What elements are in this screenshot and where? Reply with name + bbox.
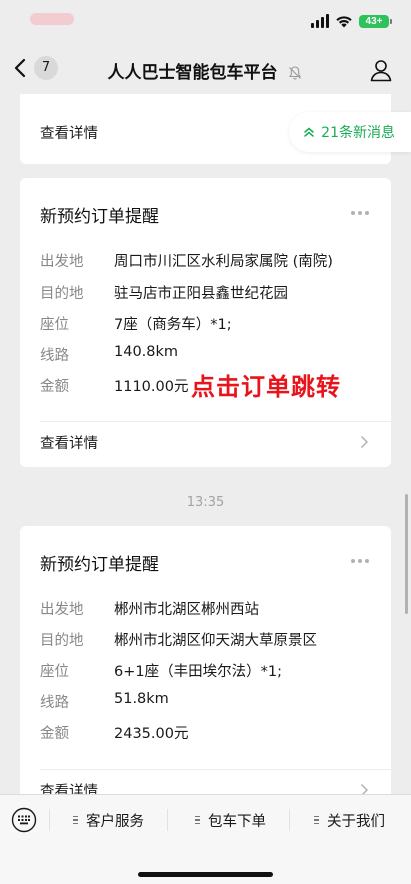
view-details-link[interactable]: 查看详情 — [40, 122, 98, 143]
home-indicator[interactable] — [138, 872, 273, 877]
menu-item-label: 客户服务 — [86, 813, 144, 830]
order-card[interactable]: 新预约订单提醒 出发地 周口市川汇区水利局家属院 (南院) 目的地 驻马店市正阳… — [20, 178, 391, 467]
field-label: 座位 — [40, 664, 69, 680]
card-divider — [40, 769, 391, 770]
menu-separator — [289, 809, 290, 831]
order-card[interactable]: 新预约订单提醒 出发地 郴州市北湖区郴州西站 目的地 郴州市北湖区仰天湖大草原景… — [20, 526, 391, 794]
field-value: 周口市川汇区水利局家属院 (南院) — [114, 254, 333, 270]
field-row-origin: 出发地 周口市川汇区水利局家属院 (南院) — [40, 250, 333, 271]
field-value: 驻马店市正阳县鑫世纪花园 — [114, 286, 288, 302]
person-icon[interactable] — [369, 58, 393, 82]
field-row-amount: 金额 1110.00元 — [40, 375, 188, 396]
double-chevron-up-icon — [304, 127, 314, 137]
field-row-origin: 出发地 郴州市北湖区郴州西站 — [40, 598, 259, 619]
more-options-icon[interactable] — [351, 559, 369, 563]
field-row-seats: 座位 6+1座（丰田埃尔法）*1; — [40, 660, 282, 681]
card-title: 新预约订单提醒 — [40, 555, 159, 575]
field-value: 郴州市北湖区仰天湖大草原景区 — [114, 633, 317, 649]
field-label: 出发地 — [40, 254, 84, 270]
status-icons: 43+ — [311, 14, 392, 28]
chevron-right-icon — [360, 783, 369, 794]
battery-indicator: 43+ — [359, 14, 392, 28]
field-label: 目的地 — [40, 286, 84, 302]
field-row-route: 线路 140.8km — [40, 344, 178, 365]
field-row-destination: 目的地 郴州市北湖区仰天湖大草原景区 — [40, 629, 317, 650]
card-title: 新预约订单提醒 — [40, 207, 159, 227]
field-row-route: 线路 51.8km — [40, 691, 169, 712]
menu-customer-service[interactable]: 客户服务 — [73, 807, 144, 833]
menu-lines-icon — [73, 815, 78, 825]
menu-lines-icon — [195, 815, 200, 825]
menu-separator — [167, 809, 168, 831]
field-label: 线路 — [40, 348, 69, 364]
field-row-destination: 目的地 驻马店市正阳县鑫世纪花园 — [40, 282, 288, 303]
time-separator: 13:35 — [186, 495, 225, 510]
field-row-amount: 金额 2435.00元 — [40, 722, 188, 743]
menu-item-label: 关于我们 — [327, 813, 385, 830]
field-value: 2435.00元 — [114, 726, 189, 742]
chat-title: 人人巴士智能包车平台 — [0, 58, 411, 83]
new-messages-button[interactable]: 21条新消息 — [289, 112, 411, 152]
red-annotation-text: 点击订单跳转 — [191, 373, 341, 401]
keyboard-toggle-icon[interactable] — [11, 807, 37, 833]
field-label: 目的地 — [40, 633, 84, 649]
menu-lines-icon — [314, 815, 319, 825]
field-label: 金额 — [40, 379, 69, 395]
field-value: 140.8km — [114, 344, 179, 360]
wifi-icon — [336, 16, 352, 28]
field-row-seats: 座位 7座（商务车）*1; — [40, 313, 232, 334]
view-details-link[interactable]: 查看详情 — [40, 780, 98, 794]
menu-separator — [49, 809, 50, 831]
menu-about-us[interactable]: 关于我们 — [314, 807, 385, 833]
field-label: 金额 — [40, 726, 69, 742]
field-value: 7座（商务车）*1; — [114, 317, 232, 333]
more-options-icon[interactable] — [351, 211, 369, 215]
status-bar: 43+ — [0, 0, 411, 46]
chevron-right-icon — [360, 435, 369, 449]
field-value: 1110.00元 — [114, 379, 189, 395]
field-value: 6+1座（丰田埃尔法）*1; — [114, 664, 282, 680]
view-details-link[interactable]: 查看详情 — [40, 432, 98, 453]
field-label: 座位 — [40, 317, 69, 333]
field-value: 51.8km — [114, 691, 169, 707]
field-label: 出发地 — [40, 602, 84, 618]
bottom-menu-bar: 客户服务 包车下单 关于我们 — [0, 794, 411, 884]
scrollbar[interactable] — [405, 494, 408, 614]
menu-charter-order[interactable]: 包车下单 — [195, 807, 266, 833]
field-value: 郴州市北湖区郴州西站 — [114, 602, 259, 618]
cellular-signal-icon — [311, 14, 329, 28]
card-divider — [40, 421, 391, 422]
new-messages-label: 21条新消息 — [321, 125, 395, 141]
status-time-redacted — [30, 13, 74, 25]
mute-bell-icon — [289, 66, 302, 80]
field-label: 线路 — [40, 695, 69, 711]
nav-bar: 7 人人巴士智能包车平台 — [0, 46, 411, 94]
message-list: 查看详情 21条新消息 新预约订单提醒 出发地 周口市川汇区水利局家属院 (南院… — [0, 94, 411, 794]
menu-item-label: 包车下单 — [208, 813, 266, 830]
chat-title-text: 人人巴士智能包车平台 — [107, 63, 278, 83]
